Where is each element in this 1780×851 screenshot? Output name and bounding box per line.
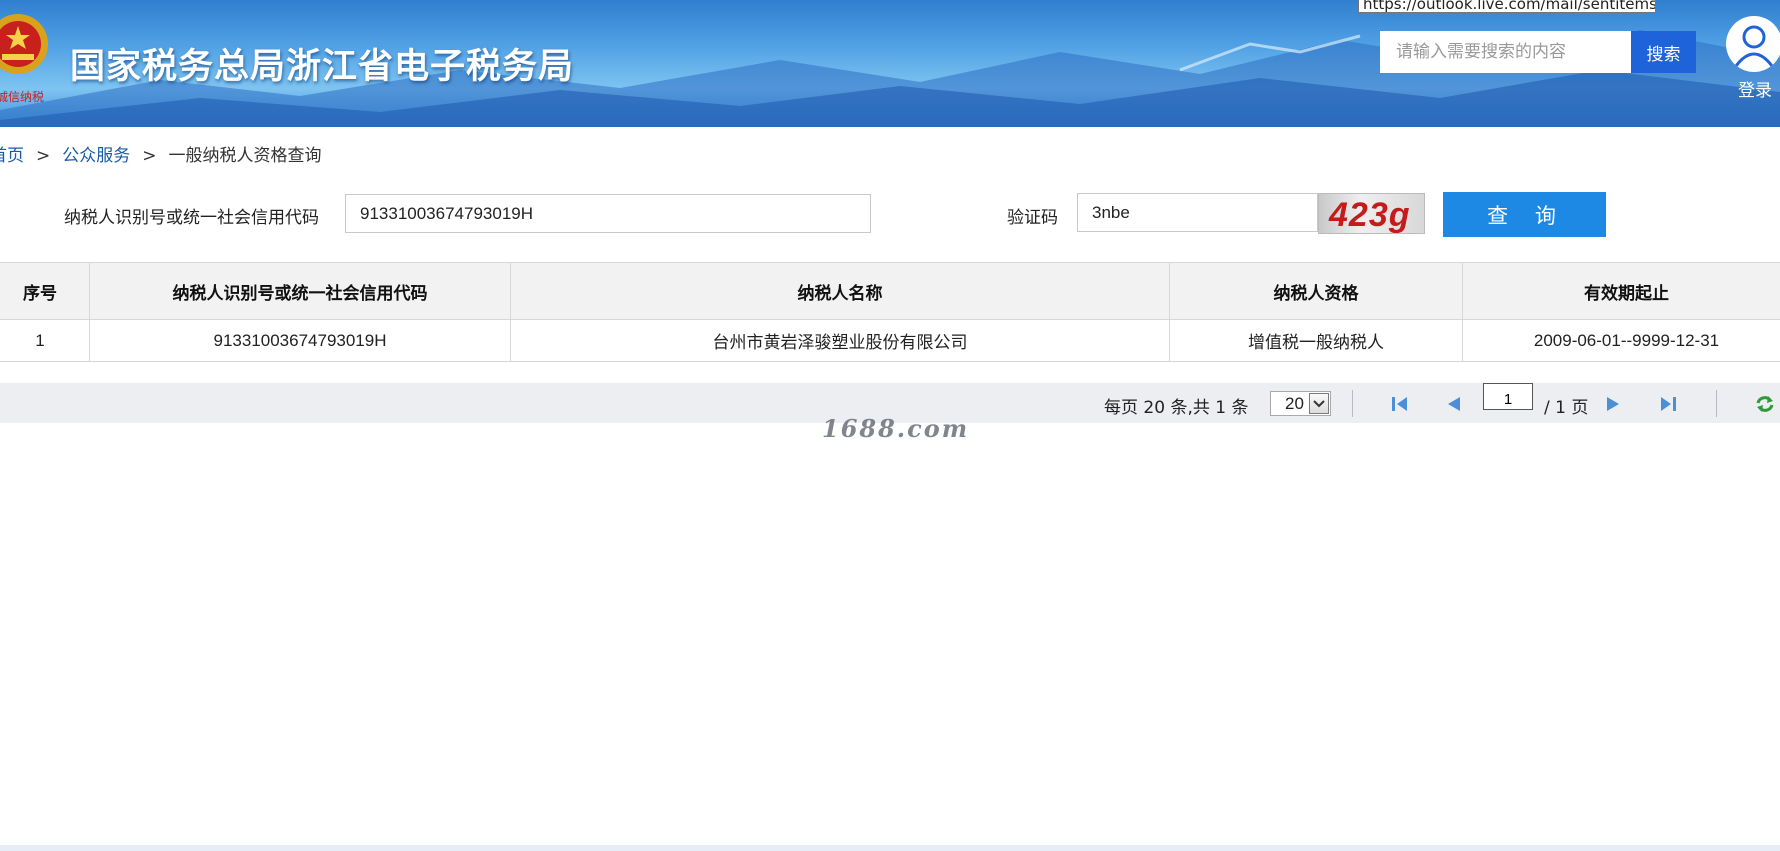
breadcrumb-public-services[interactable]: 公众服务 [62,146,130,166]
breadcrumb-separator: > [142,146,157,166]
captcha-label: 验证码 [1007,208,1058,228]
captcha-image[interactable]: 423g [1318,193,1425,234]
cell-name: 台州市黄岩泽骏塑业股份有限公司 [510,319,1170,362]
column-header-validity: 有效期起止 [1462,262,1780,320]
captcha-image-text: 423g [1329,196,1411,234]
page-size-value: 20 [1285,394,1304,413]
site-title: 国家税务总局浙江省电子税务局 [70,47,575,87]
search-input[interactable] [1380,31,1631,73]
previous-page-icon[interactable] [1443,394,1465,414]
taxid-label: 纳税人识别号或统一社会信用代码 [64,208,319,228]
first-page-icon[interactable] [1389,394,1411,414]
login-link[interactable]: 登录 [1738,76,1772,101]
last-page-icon[interactable] [1657,394,1679,414]
captcha-input[interactable] [1077,193,1318,232]
page-number-input[interactable] [1483,383,1533,410]
cell-taxid: 91331003674793019H [89,319,511,362]
refresh-icon[interactable] [1754,394,1776,414]
pager-divider [1352,390,1353,417]
url-tooltip: https://outlook.live.com/mail/sentitems [1358,0,1656,13]
cell-qualification: 增值税一般纳税人 [1169,319,1463,362]
page-total: / 1 页 [1544,398,1589,418]
cell-validity: 2009-06-01--9999-12-31 [1462,319,1780,362]
chevron-down-icon[interactable] [1309,393,1329,414]
footer-strip [0,845,1780,851]
cell-index: 1 [0,319,90,362]
header-banner: 诚信纳税 国家税务总局浙江省电子税务局 搜索 https://outlook.l… [0,0,1780,127]
page: 诚信纳税 国家税务总局浙江省电子税务局 搜索 https://outlook.l… [0,0,1780,851]
breadcrumb-current: 一般纳税人资格查询 [168,146,322,166]
svg-text:诚信纳税: 诚信纳税 [0,90,44,104]
table-row: 1 91331003674793019H 台州市黄岩泽骏塑业股份有限公司 增值税… [0,319,1780,362]
breadcrumb-separator: > [36,146,51,166]
user-avatar-icon[interactable] [1726,16,1780,72]
taxid-input[interactable] [345,194,871,233]
query-button[interactable]: 查 询 [1443,192,1606,237]
breadcrumb: 首页 > 公众服务 > 一般纳税人资格查询 [0,141,322,166]
search-button[interactable]: 搜索 [1631,31,1696,73]
column-header-taxid: 纳税人识别号或统一社会信用代码 [89,262,511,320]
next-page-icon[interactable] [1602,394,1624,414]
breadcrumb-home[interactable]: 首页 [0,146,24,166]
pager-divider [1716,390,1717,417]
page-size-select[interactable]: 20 [1270,391,1331,416]
watermark: 1688.com [822,414,970,443]
pager-summary: 每页 20 条,共 1 条 [1104,398,1249,418]
column-header-index: 序号 [0,262,90,320]
table-header-row: 序号 纳税人识别号或统一社会信用代码 纳税人名称 纳税人资格 有效期起止 [0,262,1780,320]
column-header-name: 纳税人名称 [510,262,1170,320]
tax-bureau-emblem: 诚信纳税 [0,2,50,106]
results-table: 序号 纳税人识别号或统一社会信用代码 纳税人名称 纳税人资格 有效期起止 1 9… [0,262,1780,362]
column-header-qualification: 纳税人资格 [1169,262,1463,320]
